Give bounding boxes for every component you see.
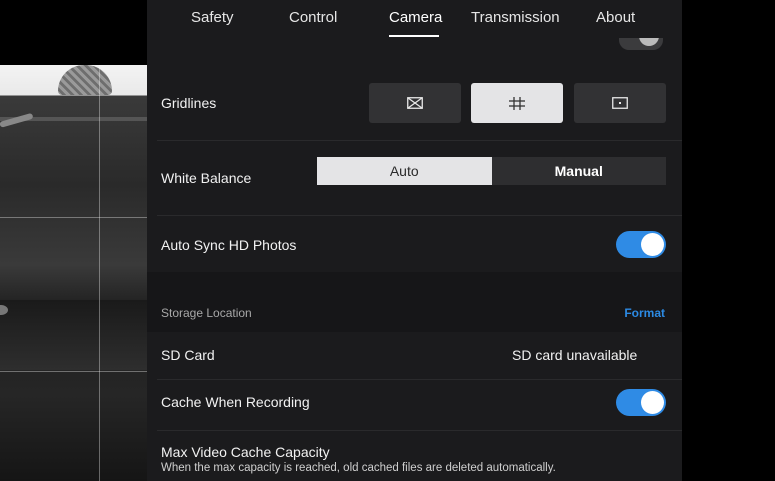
white-balance-segmented-control: Auto Manual	[317, 157, 666, 185]
preview-scene	[0, 65, 147, 481]
grid-center-point-icon	[612, 97, 628, 109]
divider	[157, 215, 682, 216]
storage-location-header: Storage Location	[161, 306, 252, 320]
storage-section-band	[147, 272, 682, 332]
toggle-thumb	[641, 391, 664, 414]
grid-thirds-icon	[509, 96, 525, 110]
max-video-cache-capacity-description: When the max capacity is reached, old ca…	[161, 462, 556, 474]
tab-control[interactable]: Control	[289, 9, 337, 26]
preview-gridline-horizontal-2	[0, 371, 147, 372]
gridlines-thirds-button[interactable]	[471, 83, 563, 123]
white-balance-auto-option[interactable]: Auto	[317, 157, 492, 185]
active-tab-indicator	[389, 35, 439, 37]
gridlines-diagonal-button[interactable]	[369, 83, 461, 123]
tab-about[interactable]: About	[596, 9, 635, 26]
sd-card-status: SD card unavailable	[512, 347, 638, 363]
sd-card-label: SD Card	[161, 347, 215, 363]
white-balance-manual-option[interactable]: Manual	[491, 157, 666, 185]
tab-camera[interactable]: Camera	[389, 9, 442, 26]
tab-transmission[interactable]: Transmission	[471, 9, 560, 26]
divider	[157, 140, 682, 141]
preview-gridline-horizontal-1	[0, 217, 147, 218]
partial-toggle-switch[interactable]	[619, 38, 663, 50]
format-link[interactable]: Format	[624, 306, 665, 320]
auto-sync-hd-photos-toggle[interactable]	[616, 231, 666, 258]
cache-when-recording-label: Cache When Recording	[161, 394, 310, 410]
preview-gridline-vertical	[99, 65, 100, 481]
tab-safety[interactable]: Safety	[191, 9, 234, 26]
camera-preview	[0, 0, 147, 481]
cache-when-recording-toggle[interactable]	[616, 389, 666, 416]
auto-sync-hd-photos-label: Auto Sync HD Photos	[161, 237, 297, 253]
white-balance-label: White Balance	[161, 170, 252, 186]
preview-desk	[0, 300, 147, 370]
toggle-thumb	[641, 233, 664, 256]
divider	[157, 379, 682, 380]
gridlines-label: Gridlines	[161, 95, 217, 111]
gridlines-center-point-button[interactable]	[574, 83, 666, 123]
max-video-cache-capacity-label[interactable]: Max Video Cache Capacity	[161, 444, 330, 460]
divider	[157, 430, 682, 431]
settings-panel: Safety Control Camera Transmission About…	[147, 0, 682, 481]
grid-diagonal-icon	[407, 97, 423, 109]
settings-tabs: Safety Control Camera Transmission About	[147, 0, 682, 40]
